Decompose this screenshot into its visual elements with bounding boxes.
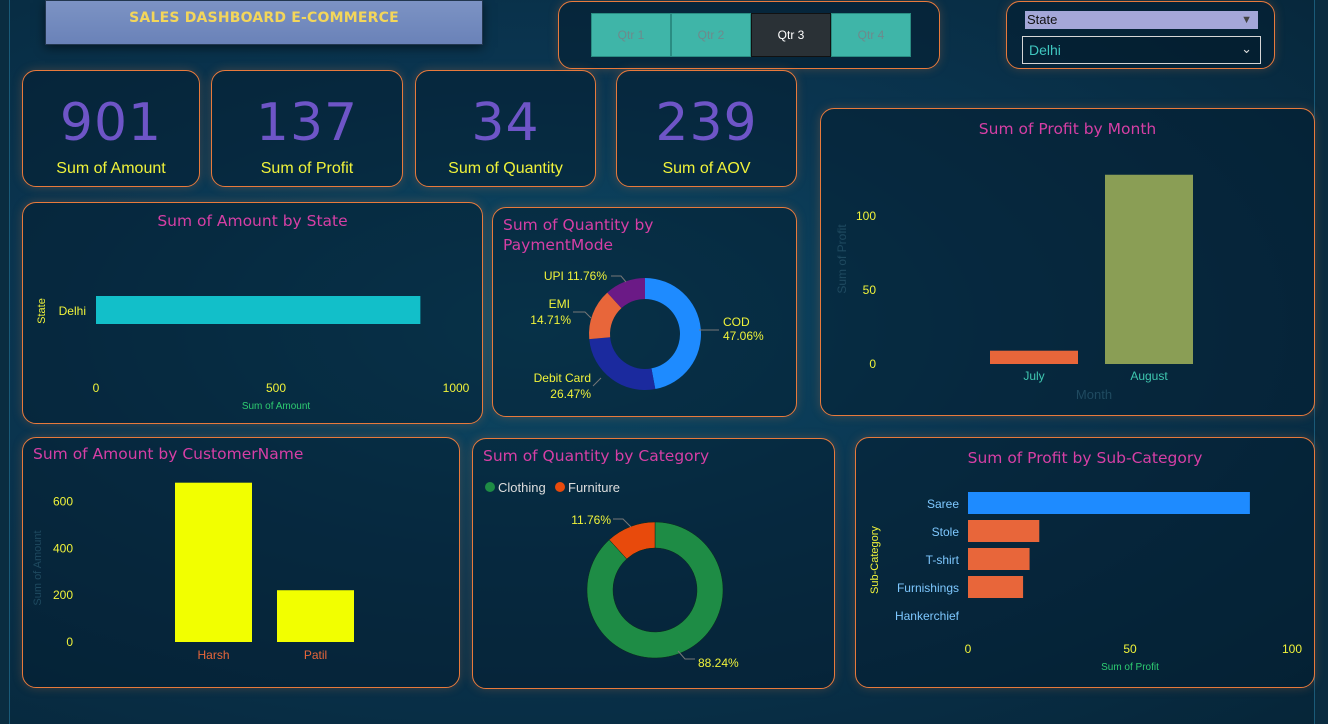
qtr-4-button[interactable]: Qtr 4: [831, 13, 911, 57]
kpi-card-profit: 137 Sum of Profit: [211, 70, 403, 187]
x-tick-label: 1000: [443, 381, 470, 395]
y-axis-title: State: [36, 298, 48, 324]
y-axis-title: Sum of Amount: [32, 530, 44, 605]
y-tick-label: Delhi: [59, 304, 86, 318]
kpi-label: Sum of Profit: [260, 160, 354, 177]
legend-label: Clothing: [498, 480, 546, 495]
slice-label: COD: [723, 315, 750, 329]
kpi-value: 239: [655, 93, 758, 153]
quantity-by-paymentmode-panel: Sum of Quantity by PaymentMode COD 47.06%…: [492, 207, 797, 417]
chevron-down-icon: ⌄: [1241, 41, 1252, 56]
x-tick-label: 50: [1123, 642, 1137, 656]
qtr-3-button[interactable]: Qtr 3: [751, 13, 831, 57]
profit-by-subcategory-panel: Sum of Profit by Sub-Category Saree Stole…: [855, 437, 1315, 688]
x-tick-label: 500: [266, 381, 286, 395]
quarter-slicer: Qtr 1 Qtr 2 Qtr 3 Qtr 4: [558, 1, 940, 69]
amount-by-customer-chart: 0 200 400 600 Harsh Patil Sum of Amount: [32, 482, 354, 662]
y-tick-label: 0: [869, 357, 876, 371]
x-axis-title: Sum of Profit: [1101, 662, 1159, 673]
x-axis-title: Sum of Amount: [242, 401, 311, 412]
x-tick-label: August: [1130, 369, 1168, 383]
y-tick-label: 100: [856, 209, 876, 223]
y-axis-title: Sum of Profit: [835, 224, 849, 294]
bar-furnishings: [968, 576, 1024, 598]
bar-july: [990, 350, 1078, 364]
kpi-value: 137: [255, 93, 359, 153]
slice-label: EMI: [549, 297, 570, 311]
amount-by-state-panel: Sum of Amount by State Delhi 0 500 1000 Sum …: [22, 202, 483, 424]
x-tick-label: 100: [1282, 642, 1302, 656]
slice-percent: 14.71%: [530, 313, 571, 327]
leader-line: [573, 311, 592, 319]
y-tick-label: Saree: [927, 497, 959, 511]
donut-slice-cod: [645, 278, 702, 390]
kpi-value: 34: [471, 93, 540, 153]
x-tick-label: Harsh: [197, 648, 229, 662]
kpi-card-aov: 239 Sum of AOV: [616, 70, 797, 187]
x-tick-label: July: [1023, 369, 1044, 383]
kpi-card-amount: 901 Sum of Amount: [22, 70, 200, 187]
amount-by-state-chart: Delhi 0 500 1000 Sum of Amount State: [36, 296, 470, 412]
qtr-1-button[interactable]: Qtr 1: [591, 13, 671, 57]
state-slicer: State ▼ Delhi ⌄: [1006, 1, 1275, 69]
leader-line: [592, 377, 602, 387]
donut-slice-debit-card: [589, 337, 656, 390]
chevron-down-icon: ▼: [1241, 14, 1252, 26]
kpi-label: Sum of AOV: [662, 160, 751, 177]
y-tick-label: Furnishings: [897, 581, 959, 595]
leader-line: [613, 518, 632, 528]
y-tick-label: 0: [66, 635, 73, 649]
state-dropdown[interactable]: Delhi ⌄: [1022, 36, 1261, 64]
bar-saree: [968, 492, 1250, 514]
kpi-value: 901: [59, 93, 163, 153]
state-slicer-header[interactable]: State ▼: [1025, 11, 1258, 29]
profit-by-month-chart: 0 50 100 July August Month Sum of Profit: [835, 174, 1193, 402]
amount-by-customer-panel: Sum of Amount by CustomerName 0 200 400 600…: [22, 437, 460, 688]
y-tick-label: 50: [863, 283, 877, 297]
y-tick-label: 200: [53, 588, 73, 602]
slice-percent: 26.47%: [550, 387, 591, 401]
slice-label: UPI 11.76%: [544, 269, 607, 283]
slice-percent: 11.76%: [571, 513, 611, 527]
canvas-right-edge: [1314, 0, 1328, 724]
profit-by-month-panel: Sum of Profit by Month 0 50 100 July August M…: [820, 108, 1315, 416]
slice-percent: 47.06%: [723, 329, 764, 343]
quantity-by-category-chart: Clothing Furniture 11.76% 88.24%: [485, 480, 739, 670]
y-axis-title: Sub-Category: [869, 526, 881, 594]
profit-by-subcategory-chart: Saree Stole T-shirt Furnishings Hankerchief 0…: [869, 492, 1302, 673]
x-tick-label: 0: [93, 381, 100, 395]
bar-harsh: [175, 482, 252, 642]
bar-patil: [277, 590, 354, 642]
kpi-label: Sum of Amount: [56, 160, 166, 177]
legend-marker-clothing: [485, 482, 495, 492]
legend-marker-furniture: [555, 482, 565, 492]
leader-line: [611, 275, 627, 283]
state-dropdown-value: Delhi: [1029, 42, 1061, 58]
legend-label: Furniture: [568, 480, 620, 495]
slice-percent: 88.24%: [698, 656, 739, 670]
qtr-2-button[interactable]: Qtr 2: [671, 13, 751, 57]
bar-t-shirt: [968, 548, 1030, 570]
y-tick-label: 400: [53, 541, 73, 555]
y-tick-label: T-shirt: [926, 553, 960, 567]
dashboard-title-box: SALES DASHBOARD E-COMMERCE: [45, 0, 483, 45]
bar-delhi: [96, 296, 421, 324]
slice-label: Debit Card: [534, 371, 591, 385]
bar-august: [1105, 174, 1193, 364]
state-slicer-header-label: State: [1027, 12, 1058, 27]
kpi-card-quantity: 34 Sum of Quantity: [415, 70, 596, 187]
y-tick-label: 600: [53, 494, 73, 508]
canvas-left-edge: [0, 0, 10, 724]
y-tick-label: Hankerchief: [895, 609, 960, 623]
x-tick-label: 0: [965, 642, 972, 656]
y-tick-label: Stole: [932, 525, 960, 539]
dashboard-title: SALES DASHBOARD E-COMMERCE: [129, 9, 399, 26]
x-axis-title: Month: [1076, 387, 1112, 402]
quantity-by-category-panel: Sum of Quantity by Category Clothing Furn…: [472, 438, 835, 689]
quantity-by-paymentmode-chart: COD47.06% Debit Card 26.47% EMI 14.71% UPI 11…: [530, 269, 764, 401]
kpi-label: Sum of Quantity: [448, 160, 563, 177]
bar-stole: [968, 520, 1040, 542]
x-tick-label: Patil: [304, 648, 327, 662]
